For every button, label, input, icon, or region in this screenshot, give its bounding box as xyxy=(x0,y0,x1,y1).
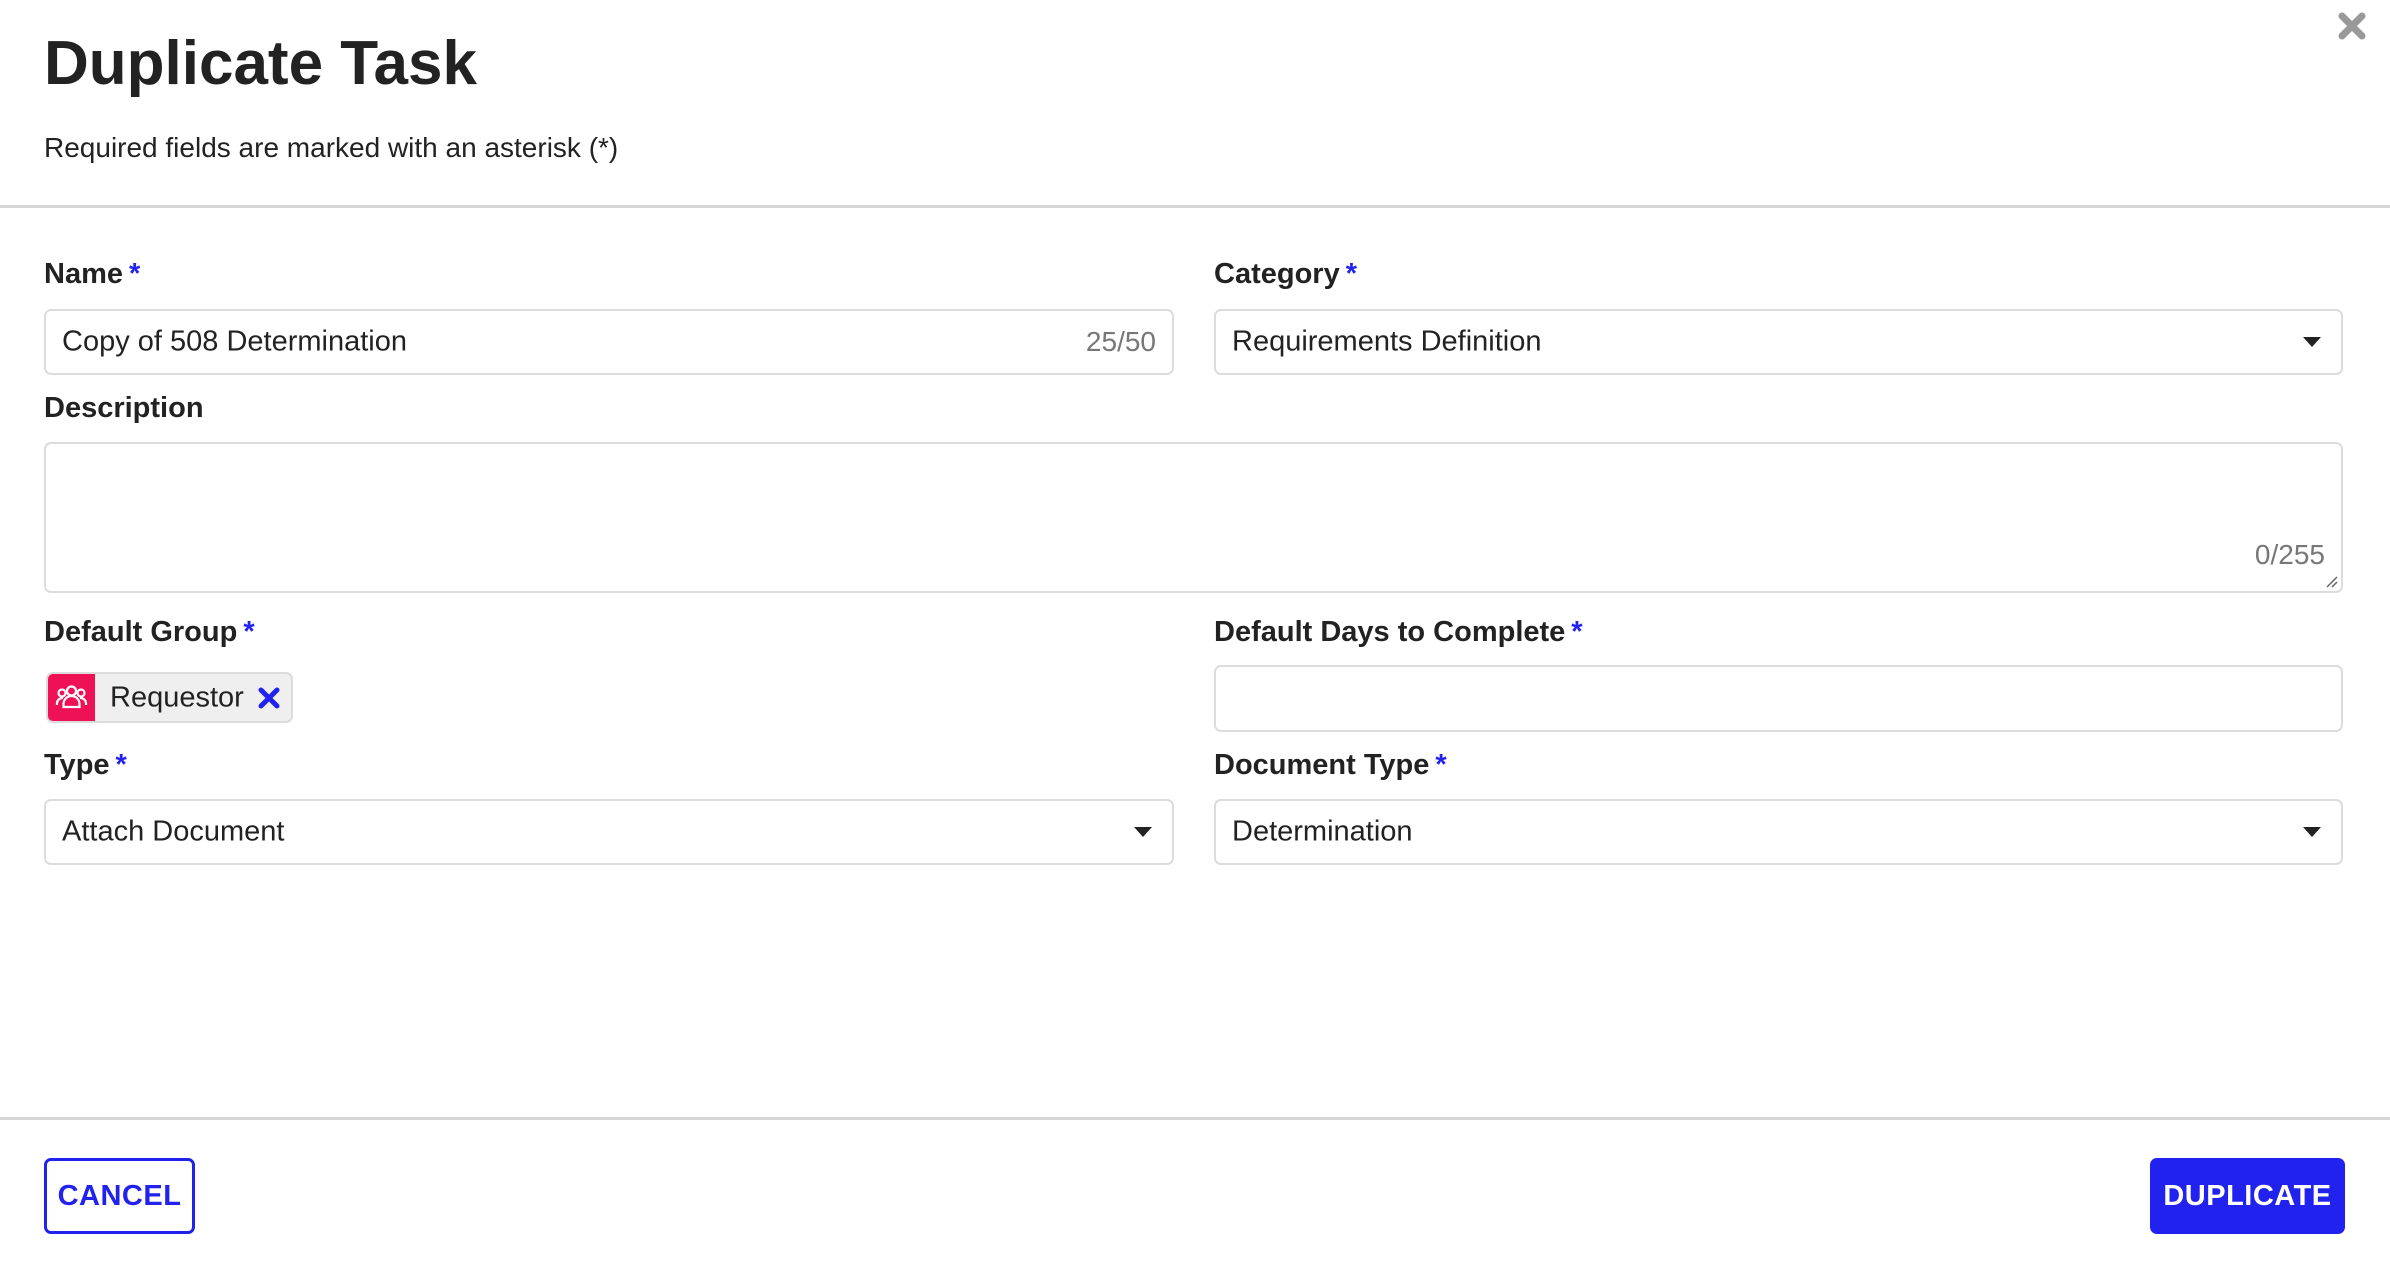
default-days-label: Default Days to Complete * xyxy=(1214,616,1583,649)
type-select[interactable]: Attach Document xyxy=(44,799,1174,865)
category-label: Category * xyxy=(1214,258,1357,291)
document-type-label-text: Document Type xyxy=(1214,749,1430,781)
header-divider xyxy=(0,205,2390,208)
category-select[interactable]: Requirements Definition xyxy=(1214,309,2343,375)
required-asterisk: * xyxy=(1571,616,1583,648)
name-input[interactable]: Copy of 508 Determination 25/50 xyxy=(44,309,1174,375)
remove-icon[interactable] xyxy=(257,686,281,710)
required-asterisk: * xyxy=(243,616,255,648)
document-type-select[interactable]: Determination xyxy=(1214,799,2343,865)
default-group-label-text: Default Group xyxy=(44,616,238,648)
chevron-down-icon xyxy=(1134,827,1152,837)
group-chip-label: Requestor xyxy=(110,681,244,713)
required-fields-note: Required fields are marked with an aster… xyxy=(44,132,619,163)
required-asterisk: * xyxy=(115,749,127,781)
name-char-counter: 25/50 xyxy=(1085,326,1156,357)
required-asterisk: * xyxy=(129,258,141,290)
document-type-label: Document Type * xyxy=(1214,749,1447,782)
footer-divider xyxy=(0,1117,2390,1120)
description-textarea[interactable]: 0/255 xyxy=(44,442,2343,593)
dialog-title: Duplicate Task xyxy=(44,29,478,98)
name-label: Name * xyxy=(44,258,140,291)
document-type-select-value: Determination xyxy=(1232,815,1413,848)
description-char-counter: 0/255 xyxy=(2254,539,2325,570)
category-label-text: Category xyxy=(1214,258,1340,290)
resize-handle-icon[interactable] xyxy=(2324,574,2338,588)
type-select-value: Attach Document xyxy=(62,815,285,848)
description-label: Description xyxy=(44,392,204,425)
group-icon xyxy=(48,674,95,721)
description-label-text: Description xyxy=(44,392,204,424)
name-label-text: Name xyxy=(44,258,123,290)
category-select-value: Requirements Definition xyxy=(1232,325,1542,358)
type-label-text: Type xyxy=(44,749,110,781)
required-asterisk: * xyxy=(1435,749,1447,781)
cancel-button[interactable]: CANCEL xyxy=(44,1158,195,1234)
name-input-value: Copy of 508 Determination xyxy=(62,325,407,358)
group-chip-requestor: Requestor xyxy=(46,672,293,723)
duplicate-button[interactable]: DUPLICATE xyxy=(2150,1158,2345,1234)
default-days-label-text: Default Days to Complete xyxy=(1214,616,1566,648)
chevron-down-icon xyxy=(2303,827,2321,837)
required-asterisk: * xyxy=(1345,258,1357,290)
close-button[interactable] xyxy=(2336,10,2368,42)
default-group-label: Default Group * xyxy=(44,616,255,649)
default-days-input[interactable] xyxy=(1214,665,2343,732)
close-icon xyxy=(2338,12,2366,40)
type-label: Type * xyxy=(44,749,127,782)
chevron-down-icon xyxy=(2303,337,2321,347)
